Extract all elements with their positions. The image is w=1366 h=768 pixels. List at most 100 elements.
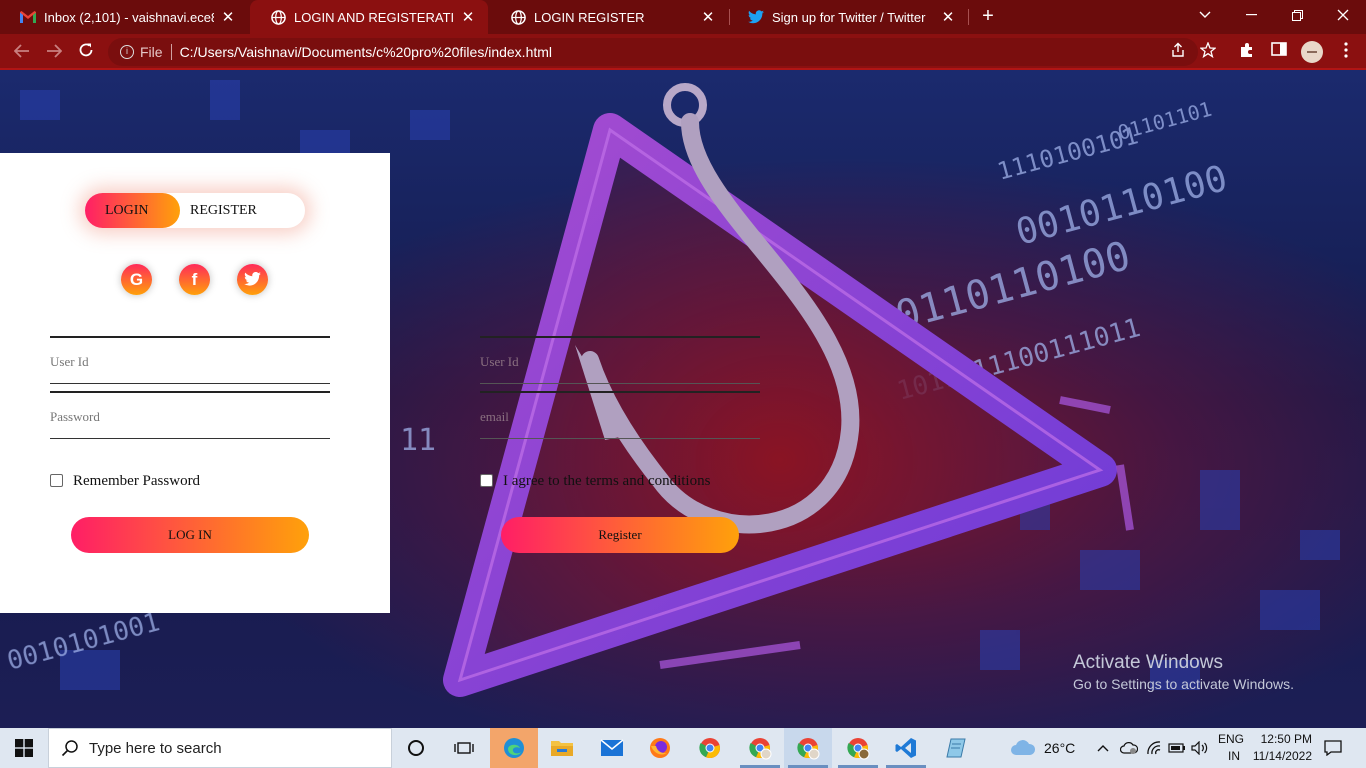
- register-email-field[interactable]: email: [480, 391, 760, 439]
- register-userid-field[interactable]: User Id: [480, 336, 760, 384]
- tab-login-registration[interactable]: LOGIN AND REGISTERATION ✕: [250, 0, 488, 34]
- facebook-icon[interactable]: f: [179, 264, 210, 295]
- windows-taskbar: Type here to search 26°C ENG IN 12:50 PM…: [0, 728, 1366, 768]
- network-tray-icon[interactable]: [1146, 728, 1162, 768]
- tab-search-button[interactable]: [1182, 0, 1228, 30]
- cortana-button[interactable]: [392, 728, 440, 768]
- terms-checkbox[interactable]: [480, 474, 493, 487]
- close-icon[interactable]: ✕: [940, 8, 956, 26]
- tab-title: Inbox (2,101) - vaishnavi.ece8702: [44, 9, 214, 25]
- chevron-up-icon: [1097, 745, 1109, 752]
- vscode-taskbar-icon[interactable]: [882, 728, 930, 768]
- chrome-profile-taskbar-icon[interactable]: [736, 728, 784, 768]
- vscode-icon: [895, 738, 916, 758]
- svg-text:11: 11: [400, 423, 436, 458]
- folder-icon: [551, 741, 573, 756]
- arrow-left-icon: [13, 44, 29, 58]
- start-button[interactable]: [0, 728, 48, 768]
- restore-button[interactable]: [1274, 0, 1320, 30]
- minimize-button[interactable]: [1228, 0, 1274, 30]
- notepad-taskbar-icon[interactable]: [932, 728, 980, 768]
- weather-widget[interactable]: 26°C: [1010, 728, 1075, 768]
- page-viewport: 1110100101 0010110100 0110110100 1011011…: [0, 70, 1366, 728]
- onedrive-icon: [1120, 742, 1138, 754]
- search-placeholder: Type here to search: [89, 739, 222, 757]
- login-submit-button[interactable]: LOG IN: [71, 517, 309, 553]
- reload-button[interactable]: [74, 40, 98, 64]
- mail-icon: [600, 739, 624, 756]
- profile-avatar[interactable]: [1301, 41, 1323, 63]
- new-tab-button[interactable]: +: [976, 4, 1000, 28]
- terms-label: I agree to the terms and conditions: [503, 473, 711, 489]
- login-tab-button[interactable]: LOGIN: [105, 203, 149, 219]
- chrome-profile-2-taskbar-icon[interactable]: [834, 728, 882, 768]
- notifications-button[interactable]: [1324, 728, 1342, 768]
- twitter-icon[interactable]: [237, 264, 268, 295]
- tab-title: Sign up for Twitter / Twitter: [772, 9, 926, 25]
- login-userid-field[interactable]: User Id: [50, 336, 330, 384]
- gmail-icon: [20, 9, 36, 25]
- extensions-button[interactable]: [1237, 42, 1257, 62]
- login-password-field[interactable]: Password: [50, 391, 330, 439]
- tab-gmail-inbox[interactable]: Inbox (2,101) - vaishnavi.ece8702 ✕: [0, 0, 248, 34]
- firefox-taskbar-icon[interactable]: [636, 728, 684, 768]
- taskbar-search-box[interactable]: Type here to search: [48, 728, 392, 768]
- battery-tray-icon[interactable]: [1168, 728, 1186, 768]
- email-placeholder: email: [480, 409, 509, 424]
- show-hidden-icons-button[interactable]: [1097, 728, 1109, 768]
- search-icon: [61, 740, 78, 757]
- firefox-icon: [650, 738, 670, 758]
- cloud-icon: [1011, 740, 1036, 755]
- arrow-right-icon: [47, 44, 63, 58]
- close-icon[interactable]: ✕: [700, 8, 716, 26]
- clock-time: 12:50 PM: [1260, 732, 1312, 746]
- reload-icon: [79, 43, 93, 57]
- browser-toolbar: i File C:/Users/Vaishnavi/Documents/c%20…: [0, 34, 1366, 70]
- globe-icon: [510, 9, 526, 25]
- userid-placeholder: User Id: [50, 354, 89, 369]
- close-window-button[interactable]: [1320, 0, 1366, 30]
- menu-button[interactable]: [1336, 42, 1356, 62]
- chrome-taskbar-icon[interactable]: [686, 728, 734, 768]
- close-icon[interactable]: ✕: [220, 8, 236, 26]
- tab-login-register[interactable]: LOGIN REGISTER ✕: [490, 0, 728, 34]
- edge-icon: [504, 738, 524, 758]
- star-icon: [1199, 41, 1217, 59]
- file-explorer-taskbar-icon[interactable]: [538, 728, 586, 768]
- puzzle-icon: [1241, 43, 1252, 57]
- side-panel-button[interactable]: [1269, 42, 1289, 62]
- language-code: ENG: [1218, 732, 1245, 746]
- onedrive-tray-icon[interactable]: [1120, 728, 1138, 768]
- task-view-button[interactable]: [440, 728, 488, 768]
- share-button[interactable]: [1168, 42, 1188, 62]
- tab-twitter-signup[interactable]: Sign up for Twitter / Twitter ✕: [728, 0, 968, 34]
- register-submit-button[interactable]: Register: [501, 517, 739, 553]
- back-button[interactable]: [10, 40, 34, 64]
- tab-title: LOGIN REGISTER: [534, 9, 645, 25]
- mail-taskbar-icon[interactable]: [588, 728, 636, 768]
- clock[interactable]: 12:50 PM 11/14/2022: [1250, 728, 1312, 768]
- close-icon[interactable]: ✕: [460, 8, 476, 26]
- chrome-icon: [847, 738, 870, 760]
- browser-tab-strip: Inbox (2,101) - vaishnavi.ece8702 ✕ LOGI…: [0, 0, 1366, 34]
- tab-separator: [968, 9, 969, 25]
- volume-tray-icon[interactable]: [1191, 728, 1209, 768]
- info-icon[interactable]: i: [120, 45, 134, 59]
- edge-taskbar-icon[interactable]: [490, 728, 538, 768]
- chrome-profile-active-taskbar-icon[interactable]: [784, 728, 832, 768]
- address-bar[interactable]: i File C:/Users/Vaishnavi/Documents/c%20…: [108, 38, 1198, 66]
- notepad-icon: [946, 738, 966, 758]
- remember-password-checkbox[interactable]: [50, 474, 63, 487]
- language-indicator[interactable]: ENG IN: [1218, 728, 1244, 768]
- register-tab-button[interactable]: REGISTER: [190, 203, 257, 219]
- bookmark-button[interactable]: [1198, 41, 1218, 62]
- minimize-icon: [1245, 14, 1257, 16]
- forward-button[interactable]: [42, 40, 66, 64]
- close-icon: [1337, 9, 1349, 21]
- address-divider: [170, 44, 172, 60]
- chrome-icon: [699, 738, 720, 759]
- restore-icon: [1291, 9, 1303, 21]
- tab-title: LOGIN AND REGISTERATION: [294, 9, 454, 25]
- google-icon[interactable]: G: [121, 264, 152, 295]
- speaker-icon: [1191, 741, 1208, 755]
